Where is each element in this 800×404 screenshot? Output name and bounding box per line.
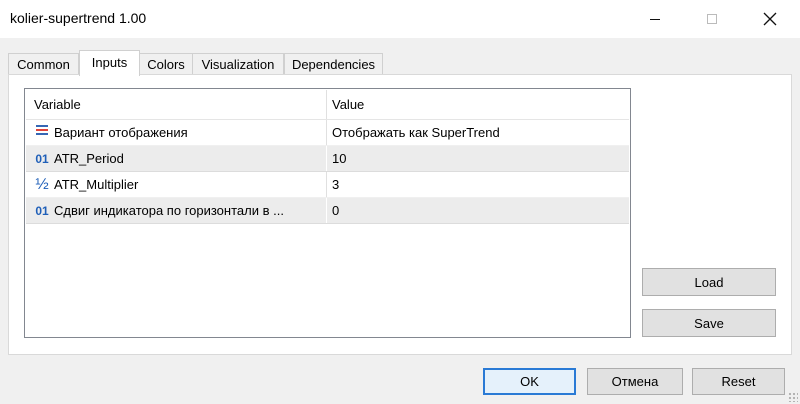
value-column-header[interactable]: Value (328, 90, 632, 119)
variable-name: ATR_Period (54, 151, 124, 166)
value-field[interactable]: 10 (328, 146, 632, 171)
tab-label: Common (17, 57, 70, 72)
tab-colors[interactable]: Colors (139, 53, 193, 75)
grid-header: Variable Value (26, 90, 629, 120)
load-button[interactable]: Load (642, 268, 776, 296)
ok-button[interactable]: OK (483, 368, 576, 395)
minimize-button[interactable] (632, 0, 678, 38)
maximize-button[interactable] (689, 0, 735, 38)
int-icon: 01 (35, 151, 49, 166)
minimize-icon (650, 18, 660, 20)
table-row[interactable]: Вариант отображения Отображать как Super… (26, 120, 629, 146)
save-button[interactable]: Save (642, 309, 776, 337)
table-row[interactable]: ½ ATR_Multiplier 3 (26, 172, 629, 198)
table-row[interactable]: 01 ATR_Period 10 (26, 146, 629, 172)
tab-label: Dependencies (291, 57, 376, 72)
tab-visualization[interactable]: Visualization (192, 53, 284, 75)
variable-name: Сдвиг индикатора по горизонтали в ... (54, 203, 284, 218)
tab-label: Colors (147, 57, 185, 72)
reset-button[interactable]: Reset (692, 368, 785, 395)
value-field[interactable]: Отображать как SuperTrend (328, 120, 632, 145)
column-divider[interactable] (326, 90, 327, 119)
maximize-icon (707, 14, 717, 24)
variable-name: Вариант отображения (54, 125, 188, 140)
enum-icon (32, 125, 52, 140)
variable-column-header[interactable]: Variable (26, 90, 334, 119)
tab-label: Inputs (91, 55, 128, 70)
tab-common[interactable]: Common (8, 53, 79, 75)
close-icon (763, 12, 777, 26)
table-row[interactable]: 01 Сдвиг индикатора по горизонтали в ...… (26, 198, 629, 224)
cancel-button[interactable]: Отмена (587, 368, 683, 395)
tab-label: Visualization (201, 57, 275, 72)
value-field[interactable]: 0 (328, 198, 632, 223)
title-bar: kolier-supertrend 1.00 (0, 0, 800, 38)
tab-dependencies[interactable]: Dependencies (284, 53, 383, 75)
resize-grip-icon[interactable] (788, 392, 798, 402)
inputs-grid[interactable]: Variable Value Вариант отображения Отобр… (24, 88, 631, 338)
value-field[interactable]: 3 (328, 172, 632, 197)
window-title: kolier-supertrend 1.00 (10, 10, 147, 26)
close-button[interactable] (747, 0, 793, 38)
int-icon: 01 (35, 203, 49, 218)
tab-inputs[interactable]: Inputs (79, 50, 140, 76)
fraction-icon: ½ (35, 175, 49, 193)
variable-name: ATR_Multiplier (54, 177, 139, 192)
